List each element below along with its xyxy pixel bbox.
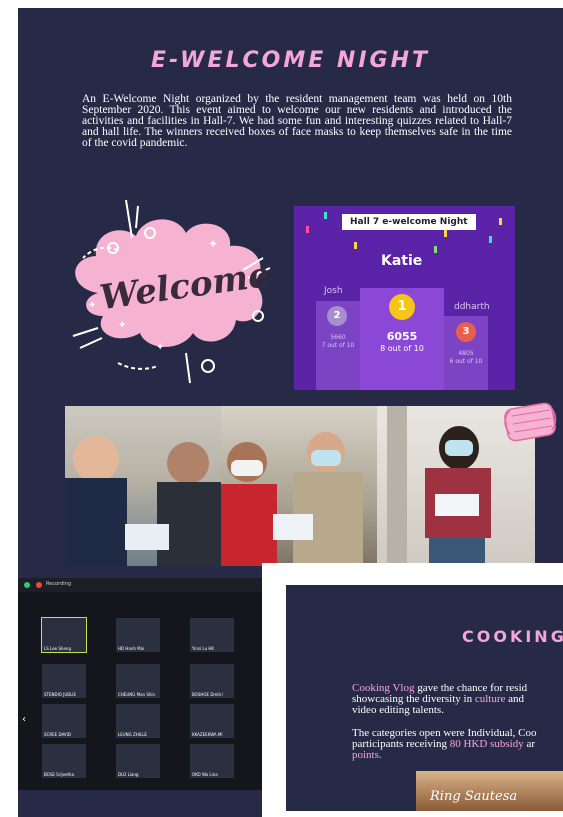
quiz-leaderboard-screenshot: Hall 7 e-welcome Night Katie Josh ddhart… xyxy=(294,206,515,390)
cooking-para1-line3: video editing talents. xyxy=(352,704,444,716)
first-correct: 8 out of 10 xyxy=(380,344,424,353)
second-score: 5660 xyxy=(330,334,346,341)
second-rank: 2 xyxy=(333,310,341,321)
second-correct: 7 out of 10 xyxy=(321,342,355,349)
event-intro: An E-Welcome Night organized by the resi… xyxy=(82,93,512,149)
cooking-para2-line2: participants receiving 80 HKD subsidy ar xyxy=(352,738,535,750)
cooking-title: COOKING xyxy=(462,627,563,646)
record-icon xyxy=(36,582,42,588)
first-rank: 1 xyxy=(397,299,407,314)
first-score: 6055 xyxy=(386,330,418,343)
participant-tile: BOSE Srijeetha xyxy=(42,744,86,778)
participant-tile: BOSHOE Dmitri xyxy=(190,664,234,698)
cooking-food-photo: Ring Sautesa xyxy=(416,771,563,811)
quiz-game-title: Hall 7 e-welcome Night xyxy=(342,214,476,230)
third-correct: 6 out of 10 xyxy=(449,358,483,365)
photo-students-with-masks xyxy=(221,406,377,566)
welcome-cloud-illustration: ✦ ✦ ✦ ✦ Welcome xyxy=(72,199,272,384)
recording-label: Recording xyxy=(46,581,72,587)
third-score: 4805 xyxy=(458,350,474,357)
svg-text:✦: ✦ xyxy=(118,320,126,331)
status-dot-icon xyxy=(24,582,30,588)
svg-text:✦: ✦ xyxy=(208,237,218,251)
participant-tile: OKO Wa Lina xyxy=(190,744,234,778)
third-rank: 3 xyxy=(462,326,470,337)
second-place-name: Josh xyxy=(324,286,343,296)
photo-two-students xyxy=(65,406,221,566)
call-toolbar: Recording xyxy=(18,578,266,592)
participant-tile: STENDIO JUBLIE xyxy=(42,664,86,698)
cooking-section: COOKING Cooking Vlog gave the chance for… xyxy=(286,585,563,811)
event-title: E-WELCOME NIGHT xyxy=(151,48,430,73)
participant-tile: Yinsi Lu HK xyxy=(190,618,234,652)
svg-text:✦: ✦ xyxy=(156,342,164,353)
cooking-para2-line3: points. xyxy=(352,749,382,761)
participant-tile: LEUNG ZHILLE xyxy=(116,704,160,738)
food-photo-caption: Ring Sautesa xyxy=(430,789,518,804)
cooking-page-preview: COOKING Cooking Vlog gave the chance for… xyxy=(262,563,563,817)
participant-tile: SCREE DAVID xyxy=(42,704,86,738)
svg-text:✦: ✦ xyxy=(88,300,96,311)
winner-name: Katie xyxy=(381,253,423,269)
participant-tile: HD Hanh Mai xyxy=(116,618,160,652)
prev-page-arrow-icon[interactable]: ‹ xyxy=(22,714,26,725)
participant-tile: CHEUNG Man Shin xyxy=(116,664,160,698)
participant-tile: KKAZEEKWA MI xyxy=(190,704,234,738)
face-mask-icon xyxy=(504,402,557,442)
video-call-gallery: Recording LS Lee Sheng HD Hanh Mai Yinsi… xyxy=(18,578,266,790)
participant-tile: LS Lee Sheng xyxy=(41,617,87,653)
third-place-name: ddharth xyxy=(454,302,490,312)
participant-tile: DLO Liang xyxy=(116,744,160,778)
